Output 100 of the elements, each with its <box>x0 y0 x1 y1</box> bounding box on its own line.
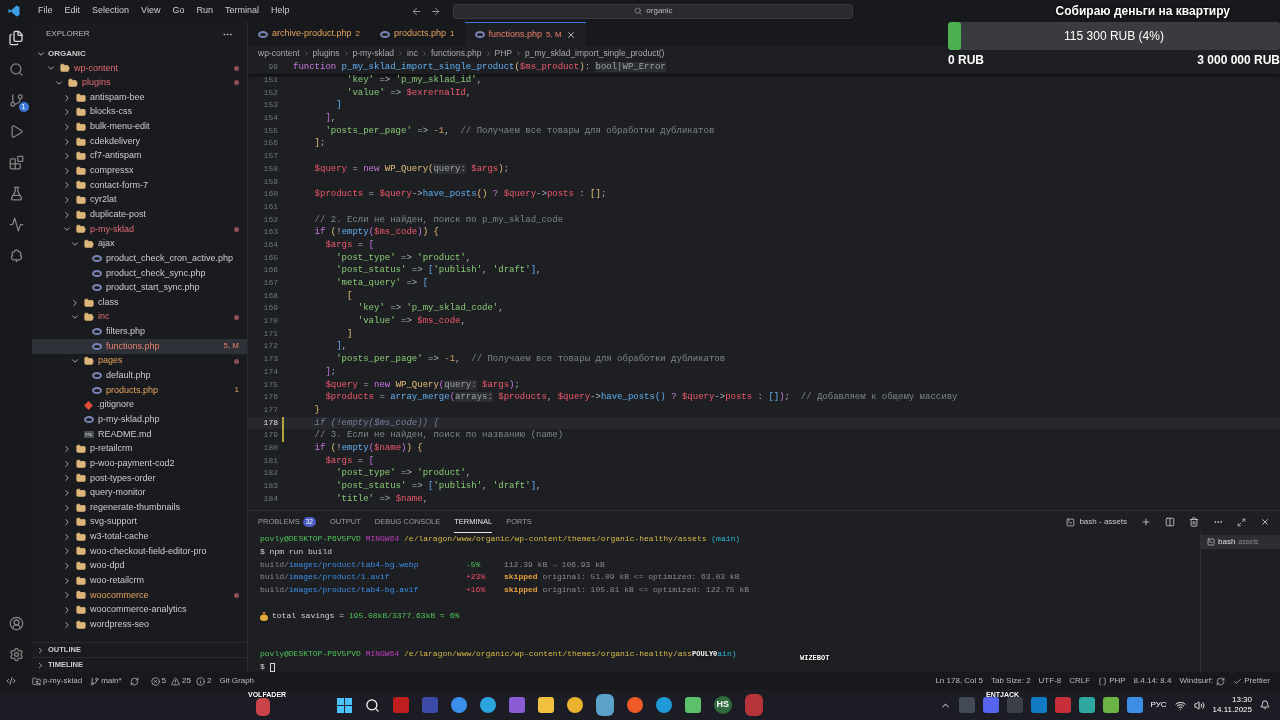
tree-item[interactable]: default.php <box>32 368 247 384</box>
breadcrumb-item[interactable]: wp-content <box>258 46 300 60</box>
encoding-status[interactable]: UTF-8 <box>1038 675 1062 687</box>
breadcrumb-item[interactable]: plugins <box>312 46 340 60</box>
breadcrumb-item[interactable]: inc <box>407 46 418 60</box>
tree-item[interactable]: p-retailcrm <box>32 441 247 457</box>
app-icon[interactable] <box>655 697 672 713</box>
clock[interactable]: 13:30 14.11.2025 <box>1212 695 1252 715</box>
tray-icon[interactable] <box>982 697 999 713</box>
tray-icon[interactable] <box>1078 697 1095 713</box>
keyboard-language[interactable]: РУС <box>1150 699 1167 711</box>
folder-app-icon[interactable] <box>537 697 554 713</box>
menu-item[interactable]: Edit <box>58 4 87 18</box>
language-status[interactable]: PHP <box>1098 675 1126 687</box>
breadcrumb-item[interactable]: PHP <box>494 46 513 60</box>
tree-item[interactable]: svg-support <box>32 514 247 530</box>
tree-item[interactable]: woocommerce-analytics <box>32 602 247 618</box>
prettier-status[interactable]: Prettier <box>1233 675 1270 687</box>
volume-icon[interactable] <box>1193 699 1205 711</box>
workspace-header[interactable]: ORGANIC <box>32 46 247 61</box>
tree-item[interactable]: README.md <box>32 427 247 442</box>
wave-icon[interactable] <box>8 217 24 232</box>
repo-status[interactable]: p-my-sklad <box>32 675 83 687</box>
breadcrumb-item[interactable]: p-my-sklad <box>352 46 395 60</box>
cursor-position[interactable]: Ln 178, Col 5 <box>935 675 983 687</box>
tree-item[interactable]: query-monitor <box>32 485 247 501</box>
tree-item[interactable]: regenerate-thumbnails <box>32 500 247 515</box>
app-icon[interactable] <box>626 697 643 713</box>
tree-item[interactable]: contact-form-7 <box>32 178 247 193</box>
tree-item[interactable]: antispam-bee <box>32 90 247 105</box>
command-search-field[interactable]: organic <box>453 3 854 19</box>
editor-tab[interactable]: archive-product.php 2 <box>248 22 370 46</box>
tree-item[interactable]: class <box>32 295 247 310</box>
add-icon[interactable] <box>1141 517 1151 527</box>
menu-item[interactable]: Help <box>264 4 296 18</box>
menu-item[interactable]: Selection <box>86 4 136 18</box>
network-icon[interactable] <box>1174 699 1186 711</box>
tree-item[interactable]: ajax <box>32 236 247 252</box>
tray-icon[interactable] <box>1102 697 1119 713</box>
menu-item[interactable]: Go <box>166 4 191 18</box>
tree-item[interactable]: wp-content <box>32 61 247 76</box>
tray-icon[interactable] <box>1054 697 1071 713</box>
app-icon[interactable] <box>450 697 467 713</box>
tree-item[interactable]: pages <box>32 353 247 369</box>
tree-item[interactable]: product_check_cron_active.php <box>32 251 247 266</box>
tree-item[interactable]: plugins <box>32 75 247 91</box>
app-icon[interactable] <box>566 697 583 713</box>
forward-icon[interactable] <box>430 5 442 17</box>
tree-item[interactable]: product_start_sync.php <box>32 280 247 296</box>
back-icon[interactable] <box>411 5 423 17</box>
tree-item[interactable]: p-my-sklad <box>32 222 247 237</box>
breadcrumb-item[interactable]: functions.php <box>430 46 482 60</box>
tree-item[interactable]: woo-checkout-field-editor-pro <box>32 544 247 559</box>
remote-icon[interactable] <box>6 676 16 686</box>
split-icon[interactable] <box>1165 517 1175 527</box>
windows-logo-icon[interactable] <box>336 697 352 713</box>
app-icon[interactable] <box>684 697 701 713</box>
tab-size-status[interactable]: Tab Size: 2 <box>991 675 1031 687</box>
tree-item[interactable]: cdekdelivery <box>32 134 247 149</box>
sync-icon[interactable] <box>129 676 139 686</box>
app-icon[interactable] <box>508 697 525 713</box>
branch-status[interactable]: main* <box>90 675 122 687</box>
editor-tab[interactable]: products.php 1 <box>370 22 465 46</box>
menu-item[interactable]: Run <box>190 4 219 18</box>
tree-item[interactable]: products.php 1 <box>32 383 247 398</box>
tree-item[interactable]: duplicate-post <box>32 207 247 223</box>
tree-icon[interactable] <box>8 248 24 263</box>
problems-status[interactable]: 5 25 2 <box>150 675 212 687</box>
breadcrumb-item[interactable]: p_my_sklad_import_single_product() <box>525 46 665 60</box>
tree-item[interactable]: wordpress-seo <box>32 617 247 632</box>
tree-item[interactable]: blocks-css <box>32 104 247 120</box>
flask-icon[interactable] <box>8 186 24 201</box>
tree-item[interactable]: p-woo-payment-cod2 <box>32 456 247 471</box>
tree-item[interactable]: post-types-order <box>32 470 247 486</box>
menu-item[interactable]: View <box>135 4 167 18</box>
tree-item[interactable]: woocommerce <box>32 588 247 603</box>
tree-item[interactable]: cf7-antispam <box>32 148 247 164</box>
git-graph-status[interactable]: Git Graph <box>219 675 255 687</box>
tree-item[interactable]: inc <box>32 309 247 325</box>
menu-item[interactable]: File <box>32 4 59 18</box>
tree-item[interactable]: cyr2lat <box>32 192 247 208</box>
maximize-icon[interactable] <box>1237 517 1246 527</box>
tree-item[interactable]: product_check_sync.php <box>32 265 247 281</box>
menu-item[interactable]: Terminal <box>218 4 265 18</box>
run-debug-icon[interactable] <box>8 124 24 139</box>
editor-tab[interactable]: functions.php 5, M <box>464 22 586 46</box>
tree-item[interactable]: woo-dpd <box>32 558 247 574</box>
search-icon[interactable] <box>364 697 380 713</box>
notification-icon[interactable] <box>1260 700 1270 710</box>
account-icon[interactable] <box>8 616 24 631</box>
tray-icon[interactable] <box>1126 697 1143 713</box>
close-icon[interactable] <box>1260 517 1270 527</box>
app-icon[interactable] <box>479 697 496 713</box>
tree-item[interactable]: p-my-sklad.php <box>32 412 247 427</box>
close-icon[interactable] <box>565 29 576 40</box>
tree-item[interactable]: .gitignore <box>32 397 247 413</box>
tree-item[interactable]: w3-total-cache <box>32 529 247 545</box>
php-version-status[interactable]: 8.4.14: 8.4 <box>1133 675 1172 687</box>
tree-item[interactable]: filters.php <box>32 324 247 340</box>
tree-item[interactable]: functions.php 5, M <box>32 339 247 354</box>
